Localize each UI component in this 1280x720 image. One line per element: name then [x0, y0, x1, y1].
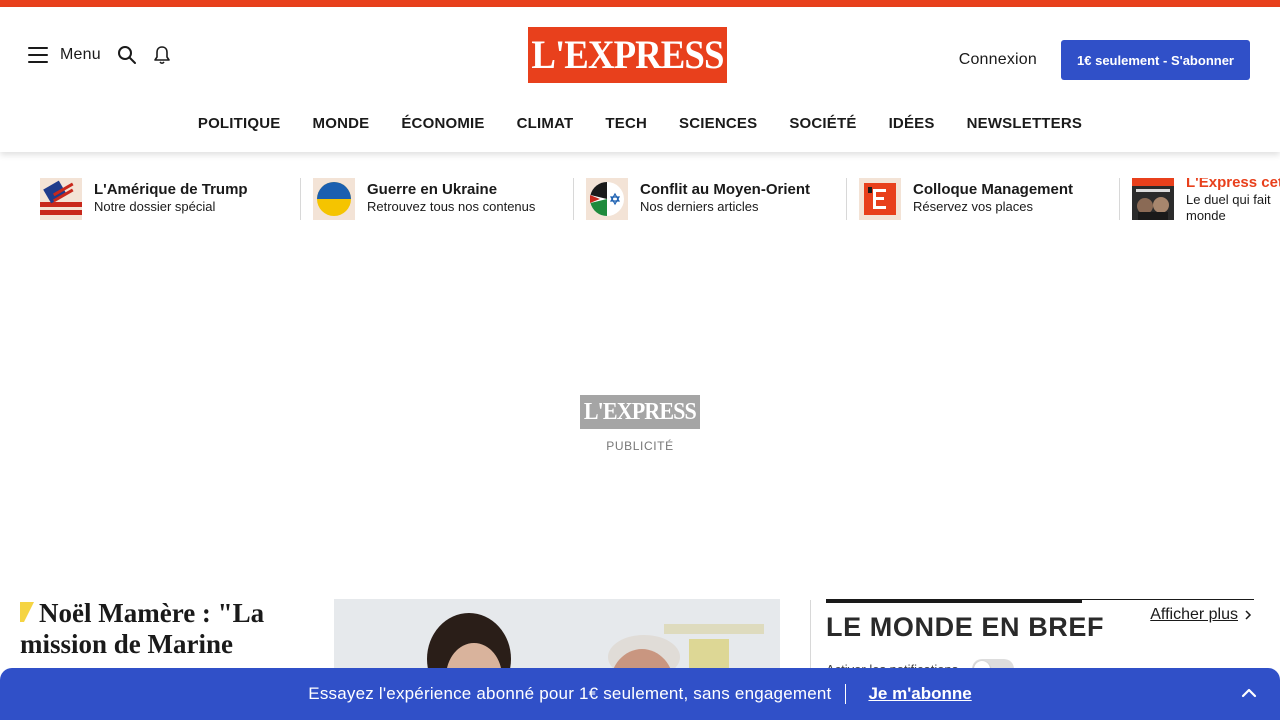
- section-rule: [826, 599, 1254, 603]
- topic-card[interactable]: Guerre en Ukraine Retrouvez tous nos con…: [313, 178, 535, 220]
- topic-title: Colloque Management: [913, 181, 1074, 198]
- promo-text: Essayez l'expérience abonné pour 1€ seul…: [308, 684, 832, 703]
- lexpress-e-icon: [859, 178, 901, 220]
- nav-item-sciences[interactable]: SCIENCES: [679, 115, 757, 132]
- main-navigation: POLITIQUE MONDE ÉCONOMIE CLIMAT TECH SCI…: [0, 115, 1280, 132]
- ad-placeholder: L'EXPRESS PUBLICITÉ: [580, 395, 700, 453]
- topic-title: L'Express cet: [1186, 178, 1280, 191]
- topic-divider: [300, 178, 301, 220]
- nav-item-economie[interactable]: ÉCONOMIE: [401, 115, 484, 132]
- nav-item-climat[interactable]: CLIMAT: [517, 115, 574, 132]
- us-flag-icon: [40, 178, 82, 220]
- subscription-promo-banner: Essayez l'expérience abonné pour 1€ seul…: [0, 668, 1280, 720]
- topic-card[interactable]: Conflit au Moyen-Orient Nos derniers art…: [586, 178, 810, 220]
- bell-icon: [154, 46, 170, 65]
- login-link[interactable]: Connexion: [959, 51, 1037, 69]
- topic-divider: [846, 178, 847, 220]
- top-accent-bar: [0, 0, 1280, 7]
- notifications-button[interactable]: [153, 45, 171, 65]
- search-button[interactable]: [117, 45, 137, 65]
- nav-item-societe[interactable]: SOCIÉTÉ: [789, 115, 856, 132]
- nav-item-monde[interactable]: MONDE: [313, 115, 370, 132]
- topic-subtitle: Le duel qui fait monde: [1186, 192, 1271, 222]
- topic-card[interactable]: Colloque Management Réservez vos places: [859, 178, 1073, 220]
- ad-logo-text: L'EXPRESS: [584, 398, 697, 425]
- topic-subtitle: Réservez vos places: [913, 199, 1033, 214]
- subscribe-button[interactable]: 1€ seulement - S'abonner: [1061, 40, 1250, 80]
- lead-article[interactable]: Noël Mamère : "La mission de Marine: [20, 598, 310, 660]
- site-header: Menu L'EXPRESS Connexion 1€ seulement - …: [0, 7, 1280, 152]
- menu-button[interactable]: Menu: [28, 46, 101, 64]
- logo-text: L'EXPRESS: [531, 32, 724, 77]
- header-right-tools: Connexion 1€ seulement - S'abonner: [959, 40, 1250, 80]
- ad-label: PUBLICITÉ: [606, 439, 674, 453]
- hamburger-icon: [28, 47, 48, 63]
- magazine-cover-thumb: [1132, 178, 1174, 220]
- world-in-brief-panel: LE MONDE EN BREF Afficher plus Activer l…: [826, 599, 1254, 679]
- menu-label: Menu: [60, 46, 101, 63]
- topic-subtitle: Retrouvez tous nos contenus: [367, 199, 536, 214]
- ukraine-flag-icon: [313, 178, 355, 220]
- topic-strip: L'Amérique de Trump Notre dossier spécia…: [40, 178, 1280, 222]
- topic-title: L'Amérique de Trump: [94, 181, 248, 198]
- lexpress-logo[interactable]: L'EXPRESS: [528, 27, 727, 83]
- nav-item-newsletters[interactable]: NEWSLETTERS: [967, 115, 1083, 132]
- topic-card-magazine[interactable]: L'Express cet Le duel qui fait monde: [1132, 178, 1280, 222]
- topic-subtitle: Notre dossier spécial: [94, 199, 216, 214]
- chevron-right-icon: [1245, 610, 1252, 620]
- middle-east-flags-icon: [586, 178, 628, 220]
- nav-item-idees[interactable]: IDÉES: [889, 115, 935, 132]
- nav-item-tech[interactable]: TECH: [605, 115, 647, 132]
- show-more-link[interactable]: Afficher plus: [1150, 606, 1254, 624]
- promo-subscribe-link[interactable]: Je m'abonne: [868, 684, 971, 704]
- promo-divider: [845, 684, 847, 704]
- lead-article-title: Noël Mamère : "La mission de Marine: [20, 598, 265, 659]
- search-icon: [117, 46, 136, 64]
- topic-divider: [1119, 178, 1120, 220]
- topic-card[interactable]: L'Amérique de Trump Notre dossier spécia…: [40, 178, 248, 220]
- topic-subtitle: Nos derniers articles: [640, 199, 759, 214]
- headline-accent-mark: [20, 602, 34, 622]
- topic-title: Conflit au Moyen-Orient: [640, 181, 810, 198]
- ad-logo: L'EXPRESS: [580, 395, 700, 429]
- nav-item-politique[interactable]: POLITIQUE: [198, 115, 281, 132]
- show-more-label: Afficher plus: [1150, 606, 1238, 623]
- topic-title: Guerre en Ukraine: [367, 181, 498, 198]
- chevron-up-icon[interactable]: [1240, 684, 1258, 702]
- topic-divider: [573, 178, 574, 220]
- header-left-tools: Menu: [28, 45, 171, 65]
